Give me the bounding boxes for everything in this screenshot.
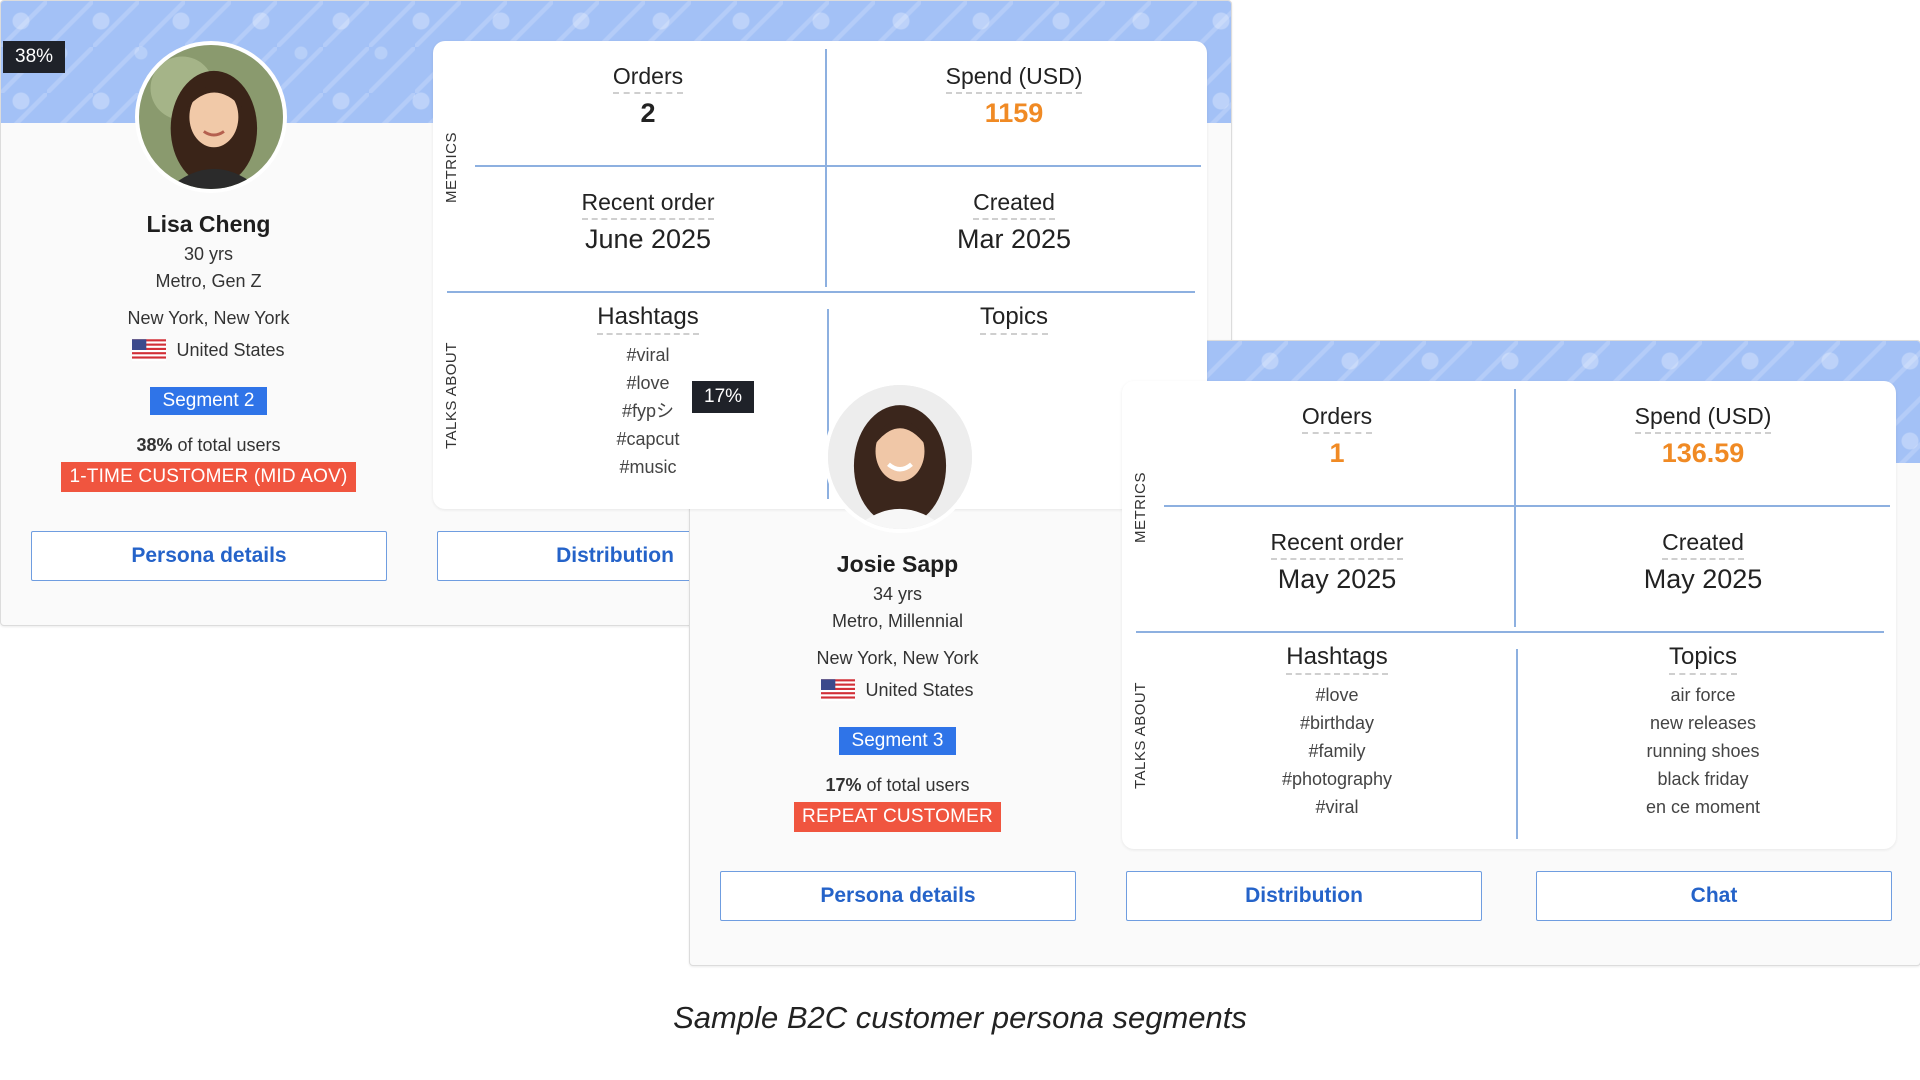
metrics-vertical-label: METRICS xyxy=(1132,472,1149,543)
topics-section: Topics air force new releases running sh… xyxy=(1516,643,1890,821)
country-name: United States xyxy=(176,339,285,360)
talks-about-vertical-label: TALKS ABOUT xyxy=(1132,682,1149,789)
persona-location: New York, New York xyxy=(816,648,979,668)
share-suffix: of total users xyxy=(172,435,281,455)
persona-location: New York, New York xyxy=(127,308,290,328)
hashtag-item: #fypシ xyxy=(621,401,675,421)
hashtag-item: #love xyxy=(1315,685,1359,705)
share-text: 38% of total users xyxy=(1,435,416,456)
divider xyxy=(1136,631,1884,633)
percent-badge: 38% xyxy=(3,41,66,73)
persona-profile: Josie Sapp 34 yrs Metro, Millennial New … xyxy=(690,541,1105,832)
divider xyxy=(447,291,1195,293)
persona-details-button[interactable]: Persona details xyxy=(720,871,1076,921)
persona-demographic: Metro, Millennial xyxy=(831,611,964,631)
spend-metric: Spend (USD) 1159 xyxy=(827,63,1201,129)
divider xyxy=(475,165,1201,167)
orders-metric: Orders 1 xyxy=(1160,403,1514,469)
created-metric: Created May 2025 xyxy=(1516,529,1890,595)
hashtags-title: Hashtags xyxy=(597,303,699,335)
avatar-portrait-icon xyxy=(828,385,972,529)
hashtags-title: Hashtags xyxy=(1286,643,1388,675)
us-flag-icon xyxy=(132,339,167,361)
topics-list: air force new releases running shoes bla… xyxy=(1516,681,1890,821)
metrics-panel: METRICS TALKS ABOUT Orders 1 Spend (USD)… xyxy=(1122,381,1896,849)
avatar xyxy=(135,41,287,193)
figure-caption: Sample B2C customer persona segments xyxy=(673,1000,1247,1035)
created-value: Mar 2025 xyxy=(956,224,1072,254)
topic-item: air force xyxy=(1670,685,1736,705)
divider xyxy=(1164,505,1890,507)
distribution-button[interactable]: Distribution xyxy=(1126,871,1482,921)
hashtag-item: #viral xyxy=(626,345,670,365)
metrics-panel: METRICS TALKS ABOUT Orders 2 Spend (USD)… xyxy=(433,41,1207,509)
country-name: United States xyxy=(865,679,974,700)
topic-item: new releases xyxy=(1649,713,1757,733)
share-suffix: of total users xyxy=(861,775,970,795)
topics-title: Topics xyxy=(979,303,1049,335)
hashtags-section: Hashtags #love #birthday #family #photog… xyxy=(1160,643,1514,821)
recent-order-label: Recent order xyxy=(581,189,715,220)
share-percent: 17% xyxy=(825,775,862,795)
hashtag-item: #birthday xyxy=(1299,713,1375,733)
orders-value: 1 xyxy=(1329,438,1345,468)
persona-demographic: Metro, Gen Z xyxy=(155,271,262,291)
persona-name: Lisa Cheng xyxy=(146,211,271,237)
hashtag-item: #music xyxy=(619,457,677,477)
orders-value: 2 xyxy=(640,98,656,128)
avatar xyxy=(824,381,976,533)
orders-label: Orders xyxy=(612,63,684,94)
hashtag-item: #capcut xyxy=(616,429,680,449)
persona-name: Josie Sapp xyxy=(836,551,959,577)
created-label: Created xyxy=(1662,529,1744,560)
recent-order-value: June 2025 xyxy=(584,224,712,254)
spend-metric: Spend (USD) 136.59 xyxy=(1516,403,1890,469)
recent-order-metric: Recent order May 2025 xyxy=(1160,529,1514,595)
share-text: 17% of total users xyxy=(690,775,1105,796)
hashtag-item: #family xyxy=(1308,741,1366,761)
created-label: Created xyxy=(973,189,1055,220)
spend-label: Spend (USD) xyxy=(945,63,1083,94)
topic-item: running shoes xyxy=(1646,741,1760,761)
persona-country: United States xyxy=(690,679,1105,701)
segment-badge: Segment 3 xyxy=(838,727,957,755)
persona-profile: Lisa Cheng 30 yrs Metro, Gen Z New York,… xyxy=(1,201,416,492)
recent-order-label: Recent order xyxy=(1270,529,1404,560)
spend-value: 1159 xyxy=(984,98,1044,128)
recent-order-value: May 2025 xyxy=(1277,564,1397,594)
spend-value: 136.59 xyxy=(1661,438,1745,468)
persona-card-josie: 17% Josie Sapp 34 yrs Metro, Millennial … xyxy=(689,340,1920,966)
hashtag-item: #love xyxy=(626,373,670,393)
topics-title: Topics xyxy=(1668,643,1738,675)
us-flag-icon xyxy=(821,679,856,701)
topic-item: en ce moment xyxy=(1645,797,1761,817)
share-percent: 38% xyxy=(136,435,173,455)
hashtags-section: Hashtags #viral #love #fypシ #capcut #mus… xyxy=(471,303,825,481)
topics-section: Topics xyxy=(827,303,1201,335)
persona-country: United States xyxy=(1,339,416,361)
persona-age: 30 yrs xyxy=(183,244,234,264)
hashtags-list: #love #birthday #family #photography #vi… xyxy=(1160,681,1514,821)
hashtags-list: #viral #love #fypシ #capcut #music xyxy=(471,341,825,481)
talks-about-vertical-label: TALKS ABOUT xyxy=(443,342,460,449)
topic-item: black friday xyxy=(1657,769,1749,789)
created-metric: Created Mar 2025 xyxy=(827,189,1201,255)
metrics-vertical-label: METRICS xyxy=(443,132,460,203)
chat-button[interactable]: Chat xyxy=(1536,871,1892,921)
orders-metric: Orders 2 xyxy=(471,63,825,129)
persona-details-button[interactable]: Persona details xyxy=(31,531,387,581)
segment-badge: Segment 2 xyxy=(149,387,268,415)
hashtag-item: #photography xyxy=(1281,769,1393,789)
spend-label: Spend (USD) xyxy=(1634,403,1772,434)
avatar-portrait-icon xyxy=(139,45,283,189)
customer-type-badge: 1-TIME CUSTOMER (MID AOV) xyxy=(61,462,356,492)
customer-type-badge: REPEAT CUSTOMER xyxy=(794,802,1001,832)
hashtag-item: #viral xyxy=(1315,797,1359,817)
persona-age: 34 yrs xyxy=(872,584,923,604)
percent-badge: 17% xyxy=(692,381,755,413)
created-value: May 2025 xyxy=(1643,564,1763,594)
recent-order-metric: Recent order June 2025 xyxy=(471,189,825,255)
orders-label: Orders xyxy=(1301,403,1373,434)
